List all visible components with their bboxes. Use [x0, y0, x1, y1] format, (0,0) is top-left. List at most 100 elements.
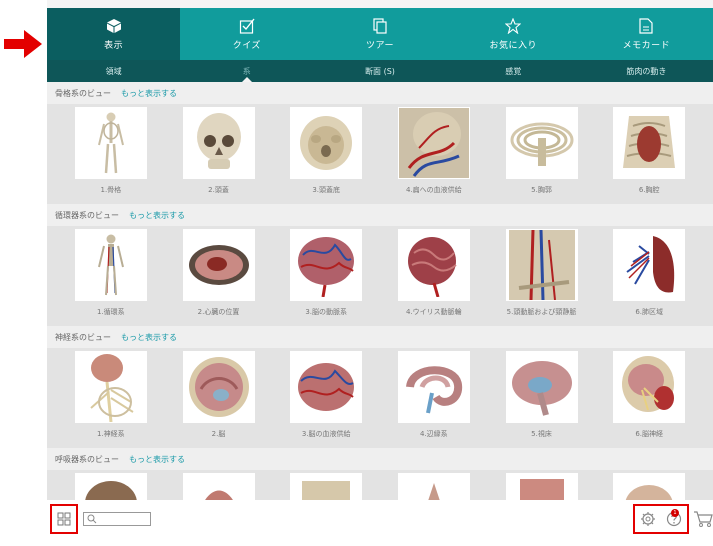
view-card[interactable]: 5.視床	[488, 351, 596, 448]
tab-view[interactable]: 表示	[47, 8, 181, 60]
view-card[interactable]: 4.辺縁系	[380, 351, 488, 448]
view-card[interactable]: 3.頭蓋底	[272, 107, 380, 204]
view-card[interactable]: 2.心臓の位置	[165, 229, 273, 326]
section-title: 循環器系のビュー	[55, 210, 119, 220]
show-more-link[interactable]: もっと表示する	[129, 454, 185, 465]
view-caption: 5.頭動脈および頸静脈	[506, 308, 577, 316]
view-caption: 6.胸腔	[638, 186, 660, 194]
grid-view-button[interactable]	[50, 504, 78, 534]
view-card[interactable]: 4.扁への血液供給	[380, 107, 488, 204]
tab-quiz[interactable]: クイズ	[180, 8, 313, 60]
show-more-link[interactable]: もっと表示する	[129, 210, 185, 221]
lung-segments-thumbnail	[613, 229, 686, 301]
respiratory-thumbnail	[397, 473, 470, 500]
brain-thumbnail	[182, 351, 255, 423]
thumbnail-row: 1.循環系 2.心臓の位置 3.脳の動脈系 4.ウイリス動脈輪 5.頭動脈および…	[47, 226, 713, 326]
section-header: 骨格系のビュー もっと表示する	[47, 82, 713, 104]
section-header: 循環器系のビュー もっと表示する	[47, 204, 713, 226]
respiratory-thumbnail	[74, 473, 147, 500]
view-card[interactable]: 6.脳神経	[595, 351, 703, 448]
view-caption: 1.循環系	[96, 308, 125, 316]
view-caption: 1.骨格	[100, 186, 122, 194]
content-area[interactable]: 骨格系のビュー もっと表示する 1.骨格 2.頭蓋 3.頭蓋底 4.扁への血液供…	[47, 82, 713, 500]
red-arrow-icon	[4, 30, 42, 58]
view-card[interactable]: 2.脳	[165, 351, 273, 448]
view-card[interactable]	[380, 473, 488, 500]
tab-favorites[interactable]: お気に入り	[447, 8, 580, 60]
view-caption: 3.脳の血液供給	[301, 430, 351, 438]
section-title: 神経系のビュー	[55, 332, 111, 342]
search-field[interactable]	[83, 512, 151, 526]
tab-label: お気に入り	[489, 40, 537, 51]
view-caption: 3.頭蓋底	[312, 186, 341, 194]
tab-label: 表示	[104, 40, 124, 51]
view-caption: 2.脳	[211, 430, 226, 438]
notification-badge: 1	[671, 509, 679, 517]
subtab-sections[interactable]: 断面 (S)	[313, 60, 446, 82]
gear-icon[interactable]	[640, 511, 656, 527]
show-more-link[interactable]: もっと表示する	[121, 332, 177, 343]
head-vessels-thumbnail	[397, 107, 470, 179]
subtab-senses[interactable]: 感覚	[447, 60, 580, 82]
view-card[interactable]: 5.胸郭	[488, 107, 596, 204]
view-caption: 6.脳神経	[635, 430, 664, 438]
view-card[interactable]: 1.循環系	[57, 229, 165, 326]
view-card[interactable]: 2.頭蓋	[165, 107, 273, 204]
show-more-link[interactable]: もっと表示する	[121, 88, 177, 99]
brain-arteries-thumbnail	[290, 229, 363, 301]
thumbnail-row: 1.神経系 2.脳 3.脳の血液供給 4.辺縁系 5.視床 6.脳神経	[47, 348, 713, 448]
view-card[interactable]: 1.神経系	[57, 351, 165, 448]
view-caption: 1.神経系	[96, 430, 125, 438]
view-card[interactable]	[595, 473, 703, 500]
settings-help-group: 1	[633, 504, 689, 534]
grid-icon	[57, 512, 71, 526]
subtab-regions[interactable]: 領域	[47, 60, 180, 82]
tab-tour[interactable]: ツアー	[313, 8, 446, 60]
view-caption: 4.ウイリス動脈輪	[406, 308, 462, 316]
card-icon	[639, 17, 654, 34]
tab-label: クイズ	[232, 40, 261, 51]
respiratory-thumbnail	[613, 473, 686, 500]
view-card[interactable]: 6.胸腔	[595, 107, 703, 204]
limbic-system-thumbnail	[397, 351, 470, 423]
skull-base-thumbnail	[290, 107, 363, 179]
view-caption: 4.辺縁系	[420, 430, 448, 438]
view-caption: 2.頭蓋	[208, 186, 229, 194]
section-header: 呼吸器系のビュー もっと表示する	[47, 448, 713, 470]
tab-label: ツアー	[366, 40, 394, 51]
checkbox-icon	[239, 18, 255, 34]
thorax-thumbnail	[505, 107, 578, 179]
view-caption: 2.心臓の位置	[197, 308, 240, 316]
cube-icon	[106, 18, 121, 33]
brain-blood-supply-thumbnail	[290, 351, 363, 423]
view-card[interactable]: 4.ウイリス動脈輪	[380, 229, 488, 326]
view-card[interactable]	[488, 473, 596, 500]
nervous-system-thumbnail	[74, 351, 147, 423]
view-card[interactable]	[272, 473, 380, 500]
thumbnail-row: 1.骨格 2.頭蓋 3.頭蓋底 4.扁への血液供給 5.胸郭 6.胸腔	[47, 104, 713, 204]
respiratory-thumbnail	[505, 473, 578, 500]
cart-icon[interactable]	[693, 510, 713, 528]
app-window: 表示 クイズ ツアー お気に入り メモカード 領域 系 断面 (S) 感覚 筋肉…	[47, 0, 713, 546]
view-card[interactable]: 3.脳の動脈系	[272, 229, 380, 326]
view-card[interactable]: 5.頭動脈および頸静脈	[488, 229, 596, 326]
view-caption: 5.胸郭	[531, 186, 552, 194]
search-icon	[87, 514, 97, 524]
view-card[interactable]: 3.脳の血液供給	[272, 351, 380, 448]
respiratory-thumbnail	[182, 473, 255, 500]
view-caption: 5.視床	[531, 430, 552, 438]
circle-of-willis-thumbnail	[397, 229, 470, 301]
tab-label: メモカード	[622, 40, 671, 51]
view-card[interactable]: 6.肺区域	[595, 229, 703, 326]
subtab-systems[interactable]: 系	[180, 60, 313, 82]
top-navigation: 表示 クイズ ツアー お気に入り メモカード	[47, 8, 713, 60]
view-card[interactable]	[57, 473, 165, 500]
skull-thumbnail	[182, 107, 255, 179]
tab-memo-cards[interactable]: メモカード	[580, 8, 713, 60]
view-card[interactable]: 1.骨格	[57, 107, 165, 204]
section-title: 骨格系のビュー	[55, 88, 111, 98]
view-card[interactable]	[165, 473, 273, 500]
heart-position-thumbnail	[182, 229, 255, 301]
subtab-muscle-actions[interactable]: 筋肉の動き	[580, 60, 713, 82]
cranial-nerves-thumbnail	[613, 351, 686, 423]
